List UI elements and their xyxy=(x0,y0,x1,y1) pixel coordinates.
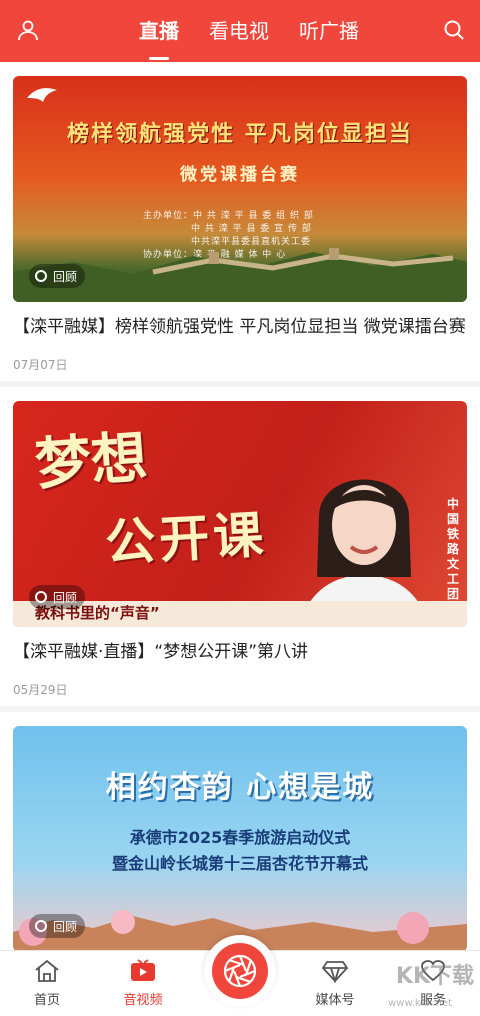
presenter-image xyxy=(299,479,429,627)
list-item[interactable]: 相约杏韵 心想是城 承德市2025春季旅游启动仪式 暨金山岭长城第十三届杏花节开… xyxy=(0,712,480,950)
item-date: 05月29日 xyxy=(13,683,68,697)
replay-badge: 回顾 xyxy=(29,585,86,609)
thumbnail-line-2: 暨金山岭长城第十三届杏花节开幕式 xyxy=(111,854,368,873)
live-feed[interactable]: 榜样领航强党性 平凡岗位显担当 微党课播台赛 主办单位：中 共 滦 平 县 委 … xyxy=(0,62,480,950)
play-icon xyxy=(131,959,155,981)
channel-tabs: 直播 看电视 听广播 xyxy=(0,0,480,62)
tab-tv[interactable]: 看电视 xyxy=(209,0,269,62)
tab-live[interactable]: 直播 xyxy=(139,0,179,62)
item-title[interactable]: 【滦平融媒】榜样领航强党性 平凡岗位显担当 微党课擂台赛 xyxy=(13,314,467,340)
nav-media-account[interactable]: 媒体号 xyxy=(300,959,370,1008)
list-item[interactable]: 榜样领航强党性 平凡岗位显担当 微党课播台赛 主办单位：中 共 滦 平 县 委 … xyxy=(0,62,480,387)
thumbnail-big-text: 梦想 xyxy=(32,424,150,498)
thumbnail-headline: 榜样领航强党性 平凡岗位显担当 xyxy=(67,121,413,147)
diamond-icon xyxy=(322,961,348,983)
video-thumbnail[interactable]: 相约杏韵 心想是城 承德市2025春季旅游启动仪式 暨金山岭长城第十三届杏花节开… xyxy=(13,726,467,950)
video-thumbnail[interactable]: 榜样领航强党性 平凡岗位显担当 微党课播台赛 主办单位：中 共 滦 平 县 委 … xyxy=(13,76,467,302)
thumbnail-headline: 相约杏韵 心想是城 xyxy=(105,770,375,805)
center-camera-button[interactable] xyxy=(204,935,276,1007)
watermark-url: www.kkx.net xyxy=(388,998,452,1009)
nav-home[interactable]: 首页 xyxy=(12,959,82,1008)
item-title[interactable]: 【滦平融媒·直播】“梦想公开课”第八讲 xyxy=(13,639,467,665)
search-icon[interactable] xyxy=(438,12,470,48)
thumbnail-big-text-2: 公开课 xyxy=(103,504,269,573)
replay-badge: 回顾 xyxy=(29,264,86,288)
replay-icon xyxy=(35,591,47,603)
top-bar: 直播 看电视 听广播 xyxy=(0,0,480,62)
thumbnail-line-1: 承德市2025春季旅游启动仪式 xyxy=(129,828,351,847)
replay-icon xyxy=(35,270,47,282)
camera-shutter-icon xyxy=(223,954,257,988)
replay-badge: 回顾 xyxy=(29,914,86,938)
item-date: 07月07日 xyxy=(13,358,68,372)
nav-audio-video[interactable]: 音视频 xyxy=(108,959,178,1008)
replay-icon xyxy=(35,920,47,932)
dove-icon xyxy=(27,88,57,102)
video-thumbnail[interactable]: 梦想 公开课 中国铁路文工团歌唱 教科书里的“声音” 回顾 xyxy=(13,401,467,627)
home-icon xyxy=(35,959,59,982)
watermark-logo: KK下载 xyxy=(395,964,474,989)
tab-radio[interactable]: 听广播 xyxy=(299,0,359,62)
thumbnail-subline: 微党课播台赛 xyxy=(180,165,300,185)
list-item[interactable]: 梦想 公开课 中国铁路文工团歌唱 教科书里的“声音” 回顾 【滦平融媒·直播】“… xyxy=(0,387,480,712)
